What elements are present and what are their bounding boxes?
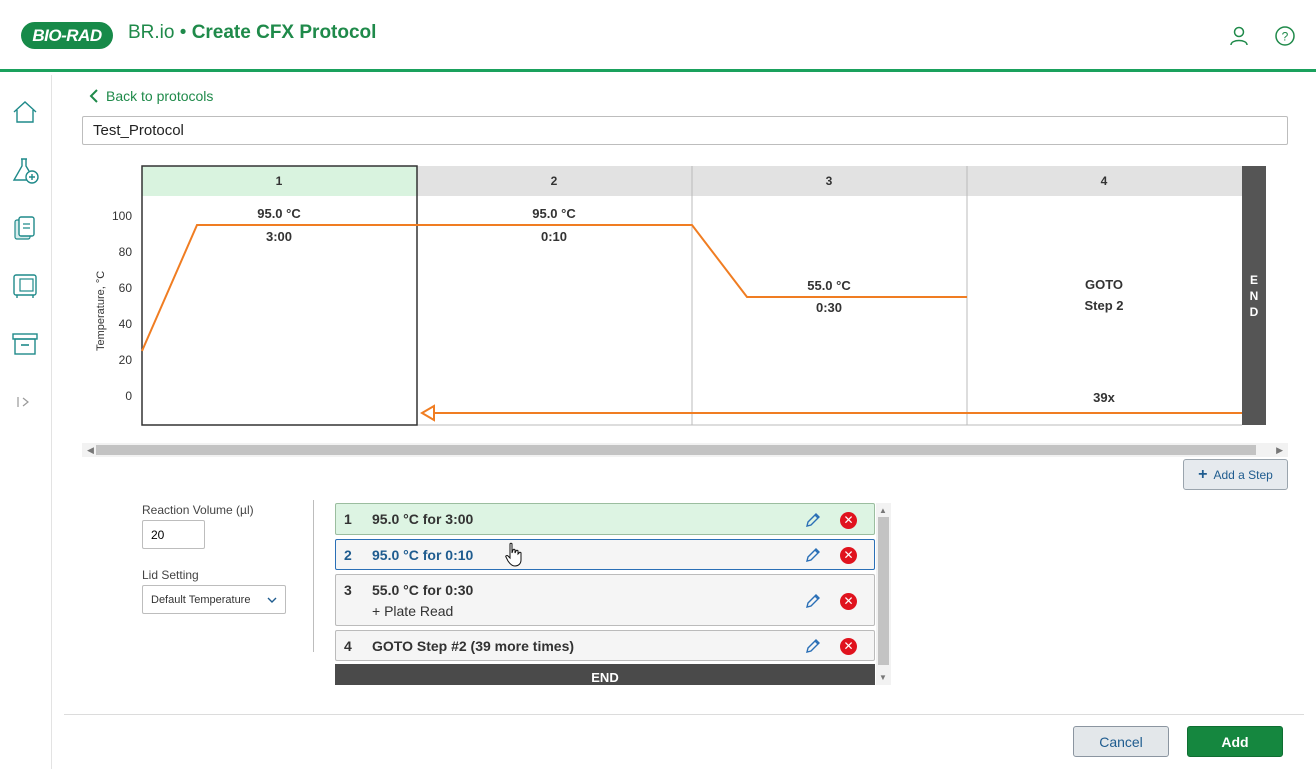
add-step-button[interactable]: + Add a Step <box>1183 459 1288 490</box>
step-number: 1 <box>344 511 352 527</box>
goto-repeat-label: 39x <box>1093 390 1115 405</box>
step-row-3[interactable]: 3 55.0 °C for 0:30 + Plate Read ✕ <box>335 574 875 626</box>
step-3-temp-label[interactable]: 55.0 °C <box>807 278 851 293</box>
hand-cursor-icon <box>505 542 522 567</box>
page-title: Create CFX Protocol <box>191 22 377 43</box>
delete-step-icon[interactable]: ✕ <box>840 638 857 655</box>
chevron-down-icon <box>267 597 277 603</box>
edit-pencil-icon[interactable] <box>804 511 822 529</box>
back-link-label: Back to protocols <box>106 88 214 104</box>
step-2-temp-label[interactable]: 95.0 °C <box>532 206 576 221</box>
expand-rail-icon[interactable] <box>10 387 40 417</box>
experiment-flask-icon[interactable] <box>10 155 40 185</box>
plus-icon: + <box>1198 465 1208 483</box>
y-tick-label: 20 <box>119 353 133 367</box>
step-1-temp-label[interactable]: 95.0 °C <box>257 206 301 221</box>
selected-step-outline[interactable] <box>141 165 418 426</box>
edit-pencil-icon[interactable] <box>804 546 822 564</box>
add-button[interactable]: Add <box>1187 726 1283 757</box>
y-tick-label: 100 <box>112 209 132 223</box>
y-tick-label: 80 <box>119 245 133 259</box>
y-axis-label: Temperature, °C <box>95 271 107 351</box>
y-tick-labels: 100 80 60 40 20 0 <box>112 209 132 403</box>
column-header-label: 2 <box>551 174 558 188</box>
app-name: BR.io <box>128 22 175 43</box>
step-description: 55.0 °C for 0:30 <box>372 582 474 598</box>
archive-icon[interactable] <box>10 329 40 359</box>
scroll-up-arrow-icon[interactable]: ▲ <box>879 506 887 515</box>
scroll-down-arrow-icon[interactable]: ▼ <box>879 673 887 682</box>
app-title: BR.io • Create CFX Protocol <box>128 22 376 44</box>
scroll-right-arrow-icon[interactable]: ▶ <box>1276 443 1283 457</box>
lid-setting-value: Default Temperature <box>151 593 251 606</box>
protocol-chart: Temperature, °C 100 80 60 40 20 0 1 2 3 … <box>82 165 1288 440</box>
delete-step-icon[interactable]: ✕ <box>840 512 857 529</box>
goto-arrowhead-icon <box>420 404 435 422</box>
step-list-end-bar: END <box>335 664 875 685</box>
protocol-name-input[interactable] <box>82 116 1288 145</box>
instrument-icon[interactable] <box>10 271 40 301</box>
goto-label: GOTO <box>1085 277 1123 292</box>
step-number: 3 <box>344 582 352 598</box>
end-letter: E <box>1250 273 1258 287</box>
scroll-left-arrow-icon[interactable]: ◀ <box>87 443 94 457</box>
step-sub-description: + Plate Read <box>372 603 454 619</box>
user-icon[interactable] <box>1228 25 1250 47</box>
step-description: 95.0 °C for 0:10 <box>372 547 474 563</box>
step-2-time-label[interactable]: 0:10 <box>541 229 567 244</box>
left-nav-rail <box>0 75 52 769</box>
add-step-label: Add a Step <box>1213 467 1273 482</box>
step-description: GOTO Step #2 (39 more times) <box>372 638 575 654</box>
back-to-protocols-link[interactable]: Back to protocols <box>88 88 213 104</box>
column-header-label: 1 <box>276 174 283 188</box>
step-list: 1 95.0 °C for 3:00 ✕ 2 95.0 °C for 0:10 … <box>335 503 875 685</box>
goto-target-label: Step 2 <box>1084 298 1123 313</box>
step-description: 95.0 °C for 3:00 <box>372 511 474 527</box>
delete-step-icon[interactable]: ✕ <box>840 593 857 610</box>
step-row-1[interactable]: 1 95.0 °C for 3:00 ✕ <box>335 503 875 535</box>
scrollbar-thumb[interactable] <box>96 445 1256 455</box>
reaction-volume-input[interactable] <box>142 520 205 549</box>
chart-horizontal-scrollbar[interactable]: ◀ ▶ <box>82 443 1288 457</box>
help-icon[interactable]: ? <box>1274 25 1296 47</box>
column-header-label: 3 <box>826 174 833 188</box>
step-number: 2 <box>344 547 352 563</box>
end-letter: N <box>1250 289 1259 303</box>
edit-pencil-icon[interactable] <box>804 592 822 610</box>
title-separator: • <box>179 22 187 43</box>
chevron-left-icon <box>89 89 98 103</box>
step-3-time-label[interactable]: 0:30 <box>816 300 842 315</box>
reaction-volume-label: Reaction Volume (µl) <box>142 503 254 517</box>
documents-icon[interactable] <box>10 213 40 243</box>
svg-text:?: ? <box>1282 30 1289 44</box>
protocol-chart-svg: Temperature, °C 100 80 60 40 20 0 1 2 3 … <box>95 165 1266 426</box>
step-list-scrollbar[interactable]: ▲ ▼ <box>876 503 891 685</box>
cancel-button[interactable]: Cancel <box>1073 726 1169 757</box>
app-header: BIO-RAD BR.io • Create CFX Protocol ? <box>0 0 1316 72</box>
end-letter: D <box>1250 305 1259 319</box>
y-tick-label: 40 <box>119 317 133 331</box>
y-tick-label: 60 <box>119 281 133 295</box>
y-tick-label: 0 <box>125 389 132 403</box>
column-header-label: 4 <box>1101 174 1108 188</box>
home-icon[interactable] <box>10 97 40 127</box>
lid-setting-select[interactable]: Default Temperature <box>142 585 286 614</box>
step-row-2[interactable]: 2 95.0 °C for 0:10 ✕ <box>335 539 875 570</box>
form-divider <box>313 500 314 652</box>
step-number: 4 <box>344 638 352 654</box>
delete-step-icon[interactable]: ✕ <box>840 547 857 564</box>
footer-divider <box>64 714 1304 715</box>
bio-rad-logo[interactable]: BIO-RAD <box>21 22 113 49</box>
step-1-time-label[interactable]: 3:00 <box>266 229 292 244</box>
scrollbar-thumb[interactable] <box>878 517 889 665</box>
app-root: BIO-RAD BR.io • Create CFX Protocol ? Ba… <box>0 0 1316 769</box>
lid-setting-label: Lid Setting <box>142 568 199 582</box>
step-row-4[interactable]: 4 GOTO Step #2 (39 more times) ✕ <box>335 630 875 661</box>
edit-pencil-icon[interactable] <box>804 637 822 655</box>
